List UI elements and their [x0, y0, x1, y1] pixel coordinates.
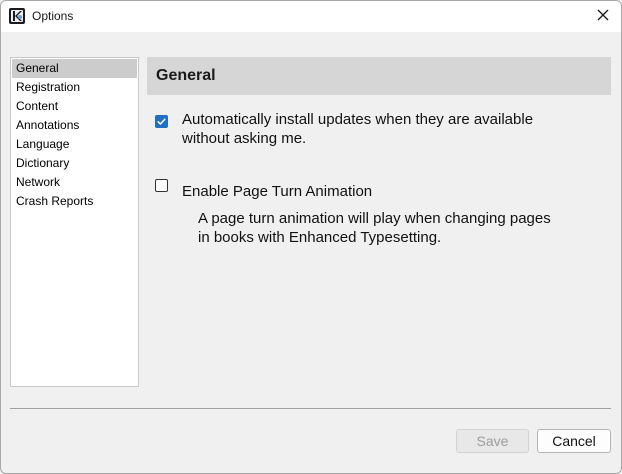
save-button[interactable]: Save	[456, 429, 529, 453]
sidebar-item-language[interactable]: Language	[12, 135, 137, 154]
title-bar: Options	[1, 1, 621, 32]
sidebar-item-annotations[interactable]: Annotations	[12, 116, 137, 135]
sidebar-item-dictionary[interactable]: Dictionary	[12, 154, 137, 173]
page-turn-animation-checkbox[interactable]	[155, 179, 168, 192]
footer-divider	[10, 408, 611, 409]
sidebar-item-network[interactable]: Network	[12, 173, 137, 192]
options-category-list: General Registration Content Annotations…	[10, 57, 139, 387]
close-button[interactable]	[585, 3, 621, 31]
auto-update-checkbox[interactable]	[155, 115, 168, 128]
sidebar-item-content[interactable]: Content	[12, 97, 137, 116]
cancel-button[interactable]: Cancel	[537, 429, 611, 453]
sidebar-item-crash-reports[interactable]: Crash Reports	[12, 192, 137, 211]
page-turn-animation-desc-line1: A page turn animation will play when cha…	[198, 210, 551, 227]
auto-update-label-line1[interactable]: Automatically install updates when they …	[182, 110, 533, 129]
kindle-reader-icon	[9, 8, 25, 24]
section-title: General	[156, 67, 216, 84]
sidebar-item-registration[interactable]: Registration	[12, 78, 137, 97]
page-turn-animation-desc-line2: in books with Enhanced Typesetting.	[198, 229, 442, 246]
window-title: Options	[32, 9, 74, 23]
section-header: General	[147, 57, 611, 95]
sidebar-item-general[interactable]: General	[12, 59, 137, 78]
page-turn-animation-label[interactable]: Enable Page Turn Animation	[182, 182, 372, 201]
options-dialog: Options General Registration Content Ann…	[0, 0, 622, 474]
close-icon	[597, 8, 609, 26]
auto-update-label-line2[interactable]: without asking me.	[182, 129, 306, 148]
